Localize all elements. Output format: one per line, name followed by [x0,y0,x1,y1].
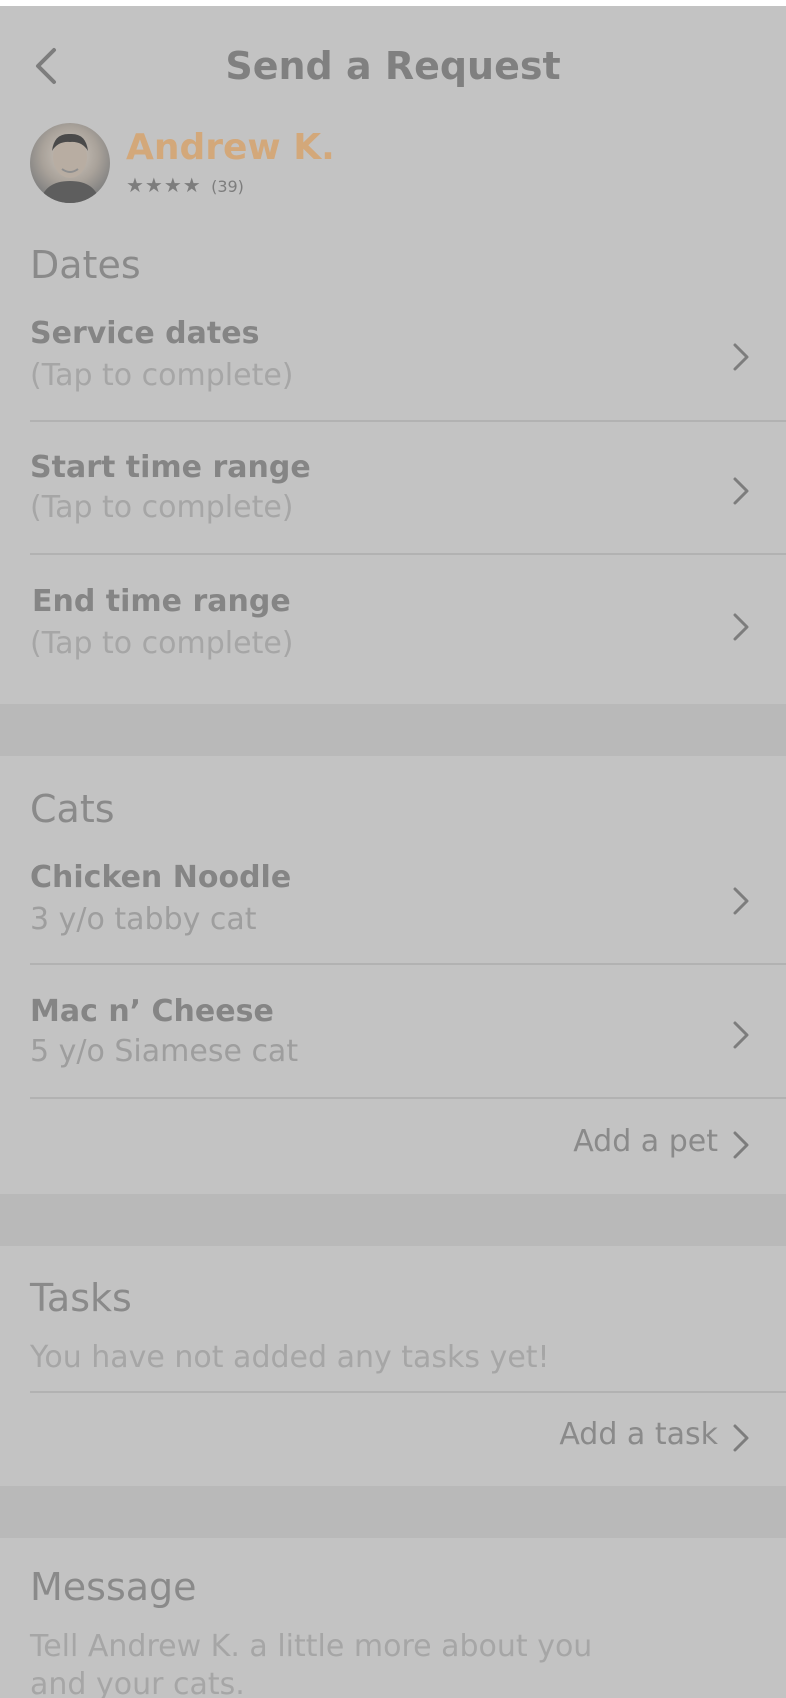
pet-name: Chicken Noodle [30,860,292,895]
add-pet-button[interactable]: Add a pet [0,1116,786,1176]
header: Send a Request [0,30,786,100]
divider [30,553,786,555]
service-dates-value: (Tap to complete) [30,358,294,393]
divider [30,1391,786,1393]
section-separator [0,1194,786,1246]
pet-description: 5 y/o Siamese cat [30,1034,299,1069]
tasks-empty-message: You have not added any tasks yet! [30,1340,550,1375]
start-time-range-label: Start time range [30,450,311,485]
pet-row-chicken-noodle[interactable]: Chicken Noodle 3 y/o tabby cat [0,856,786,962]
section-separator [0,1486,786,1538]
star-icon: ★★★★ [126,173,202,197]
pet-name: Mac n’ Cheese [30,994,274,1029]
message-textarea[interactable]: Tell Andrew K. a little more about you a… [30,1628,630,1698]
divider [30,420,786,422]
service-dates-row[interactable]: Service dates (Tap to complete) [0,312,786,422]
chevron-right-icon [733,477,749,505]
send-request-screen: Send a Request Andrew K. ★★★★ (39) Dates… [0,0,786,1698]
chevron-right-icon [733,343,749,371]
end-time-range-value: (Tap to complete) [30,626,294,661]
chevron-right-icon [733,1131,749,1159]
divider [30,963,786,965]
sitter-summary: Andrew K. ★★★★ (39) [30,123,530,205]
dates-section-title: Dates [30,243,141,287]
end-time-range-label: End time range [32,584,291,619]
chevron-right-icon [733,1021,749,1049]
avatar [30,123,110,203]
add-task-button[interactable]: Add a task [0,1409,786,1469]
chevron-right-icon [733,613,749,641]
cats-section-title: Cats [30,787,115,831]
sitter-name[interactable]: Andrew K. [126,127,335,168]
add-pet-label: Add a pet [573,1124,718,1159]
page-title: Send a Request [225,44,561,88]
divider [30,1097,786,1099]
pet-description: 3 y/o tabby cat [30,902,257,937]
sitter-rating: ★★★★ (39) [126,173,244,197]
start-time-range-value: (Tap to complete) [30,490,294,525]
start-time-range-row[interactable]: Start time range (Tap to complete) [0,446,786,554]
pet-row-mac-n-cheese[interactable]: Mac n’ Cheese 5 y/o Siamese cat [0,990,786,1096]
avatar-image [40,133,100,203]
add-task-label: Add a task [559,1417,718,1452]
message-section-title: Message [30,1565,197,1609]
section-separator [0,704,786,756]
tasks-section-title: Tasks [30,1276,132,1320]
status-strip [0,0,786,6]
chevron-right-icon [733,887,749,915]
review-count: (39) [211,177,244,196]
chevron-right-icon [733,1424,749,1452]
service-dates-label: Service dates [30,316,260,351]
end-time-range-row[interactable]: End time range (Tap to complete) [0,580,786,690]
